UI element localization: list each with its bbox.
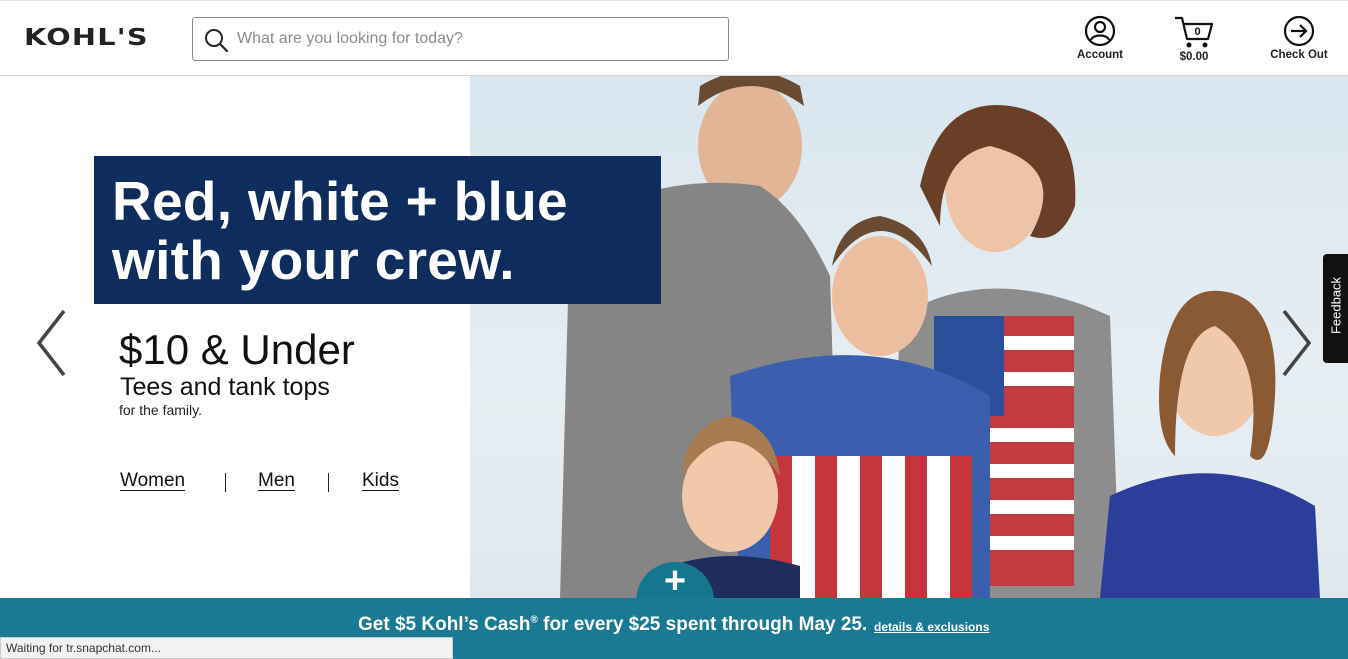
carousel-prev-button[interactable]	[34, 308, 68, 378]
promo-subtitle: Tees and tank tops	[120, 373, 330, 401]
hero-family-photo[interactable]	[470, 76, 1348, 598]
link-kids[interactable]: Kids	[362, 470, 399, 492]
search-box[interactable]	[192, 17, 729, 61]
account-label: Account	[1077, 49, 1123, 61]
feedback-tab[interactable]: Feedback	[1323, 254, 1348, 363]
link-women[interactable]: Women	[120, 470, 185, 492]
checkout-label: Check Out	[1270, 49, 1328, 61]
cart-total: $0.00	[1179, 51, 1209, 63]
kohls-logo[interactable]: KOHL'S	[24, 25, 149, 51]
checkout-button[interactable]: Check Out	[1262, 15, 1336, 69]
search-icon[interactable]	[204, 28, 228, 52]
headline-line-2: with your crew.	[112, 229, 515, 291]
details-exclusions-link[interactable]: details & exclusions	[874, 620, 989, 634]
site-header: KOHL'S Account 0 $0.00 Check Out	[0, 0, 1348, 76]
carousel-next-button[interactable]	[1280, 308, 1314, 378]
cart-button[interactable]: 0 $0.00	[1168, 15, 1220, 69]
family-illustration	[560, 76, 1320, 598]
banner-text: Get $5 Kohl’s Cash® for every $25 spent …	[358, 614, 868, 635]
account-icon	[1084, 15, 1116, 47]
chevron-left-icon	[36, 309, 66, 377]
plus-icon: +	[663, 560, 687, 598]
link-men[interactable]: Men	[258, 470, 295, 492]
promo-small-text: for the family.	[119, 402, 202, 418]
cart-icon: 0	[1175, 16, 1214, 48]
hero-headline: Red, white + blue with your crew.	[94, 156, 661, 304]
search-input[interactable]	[237, 24, 717, 54]
cart-count: 0	[1194, 26, 1200, 38]
headline-line-1: Red, white + blue	[112, 170, 568, 232]
chevron-right-icon	[1282, 309, 1312, 377]
arrow-right-circle-icon	[1283, 15, 1315, 47]
hero-carousel: Red, white + blue with your crew. $10 & …	[0, 76, 1348, 598]
browser-status-bar: Waiting for tr.snapchat.com...	[0, 637, 453, 659]
expand-plus-button[interactable]: +	[636, 562, 714, 598]
promo-title: $10 & Under	[119, 326, 355, 373]
account-button[interactable]: Account	[1070, 15, 1130, 69]
link-divider	[328, 473, 329, 492]
feedback-label: Feedback	[1328, 276, 1344, 335]
link-divider	[225, 473, 226, 492]
